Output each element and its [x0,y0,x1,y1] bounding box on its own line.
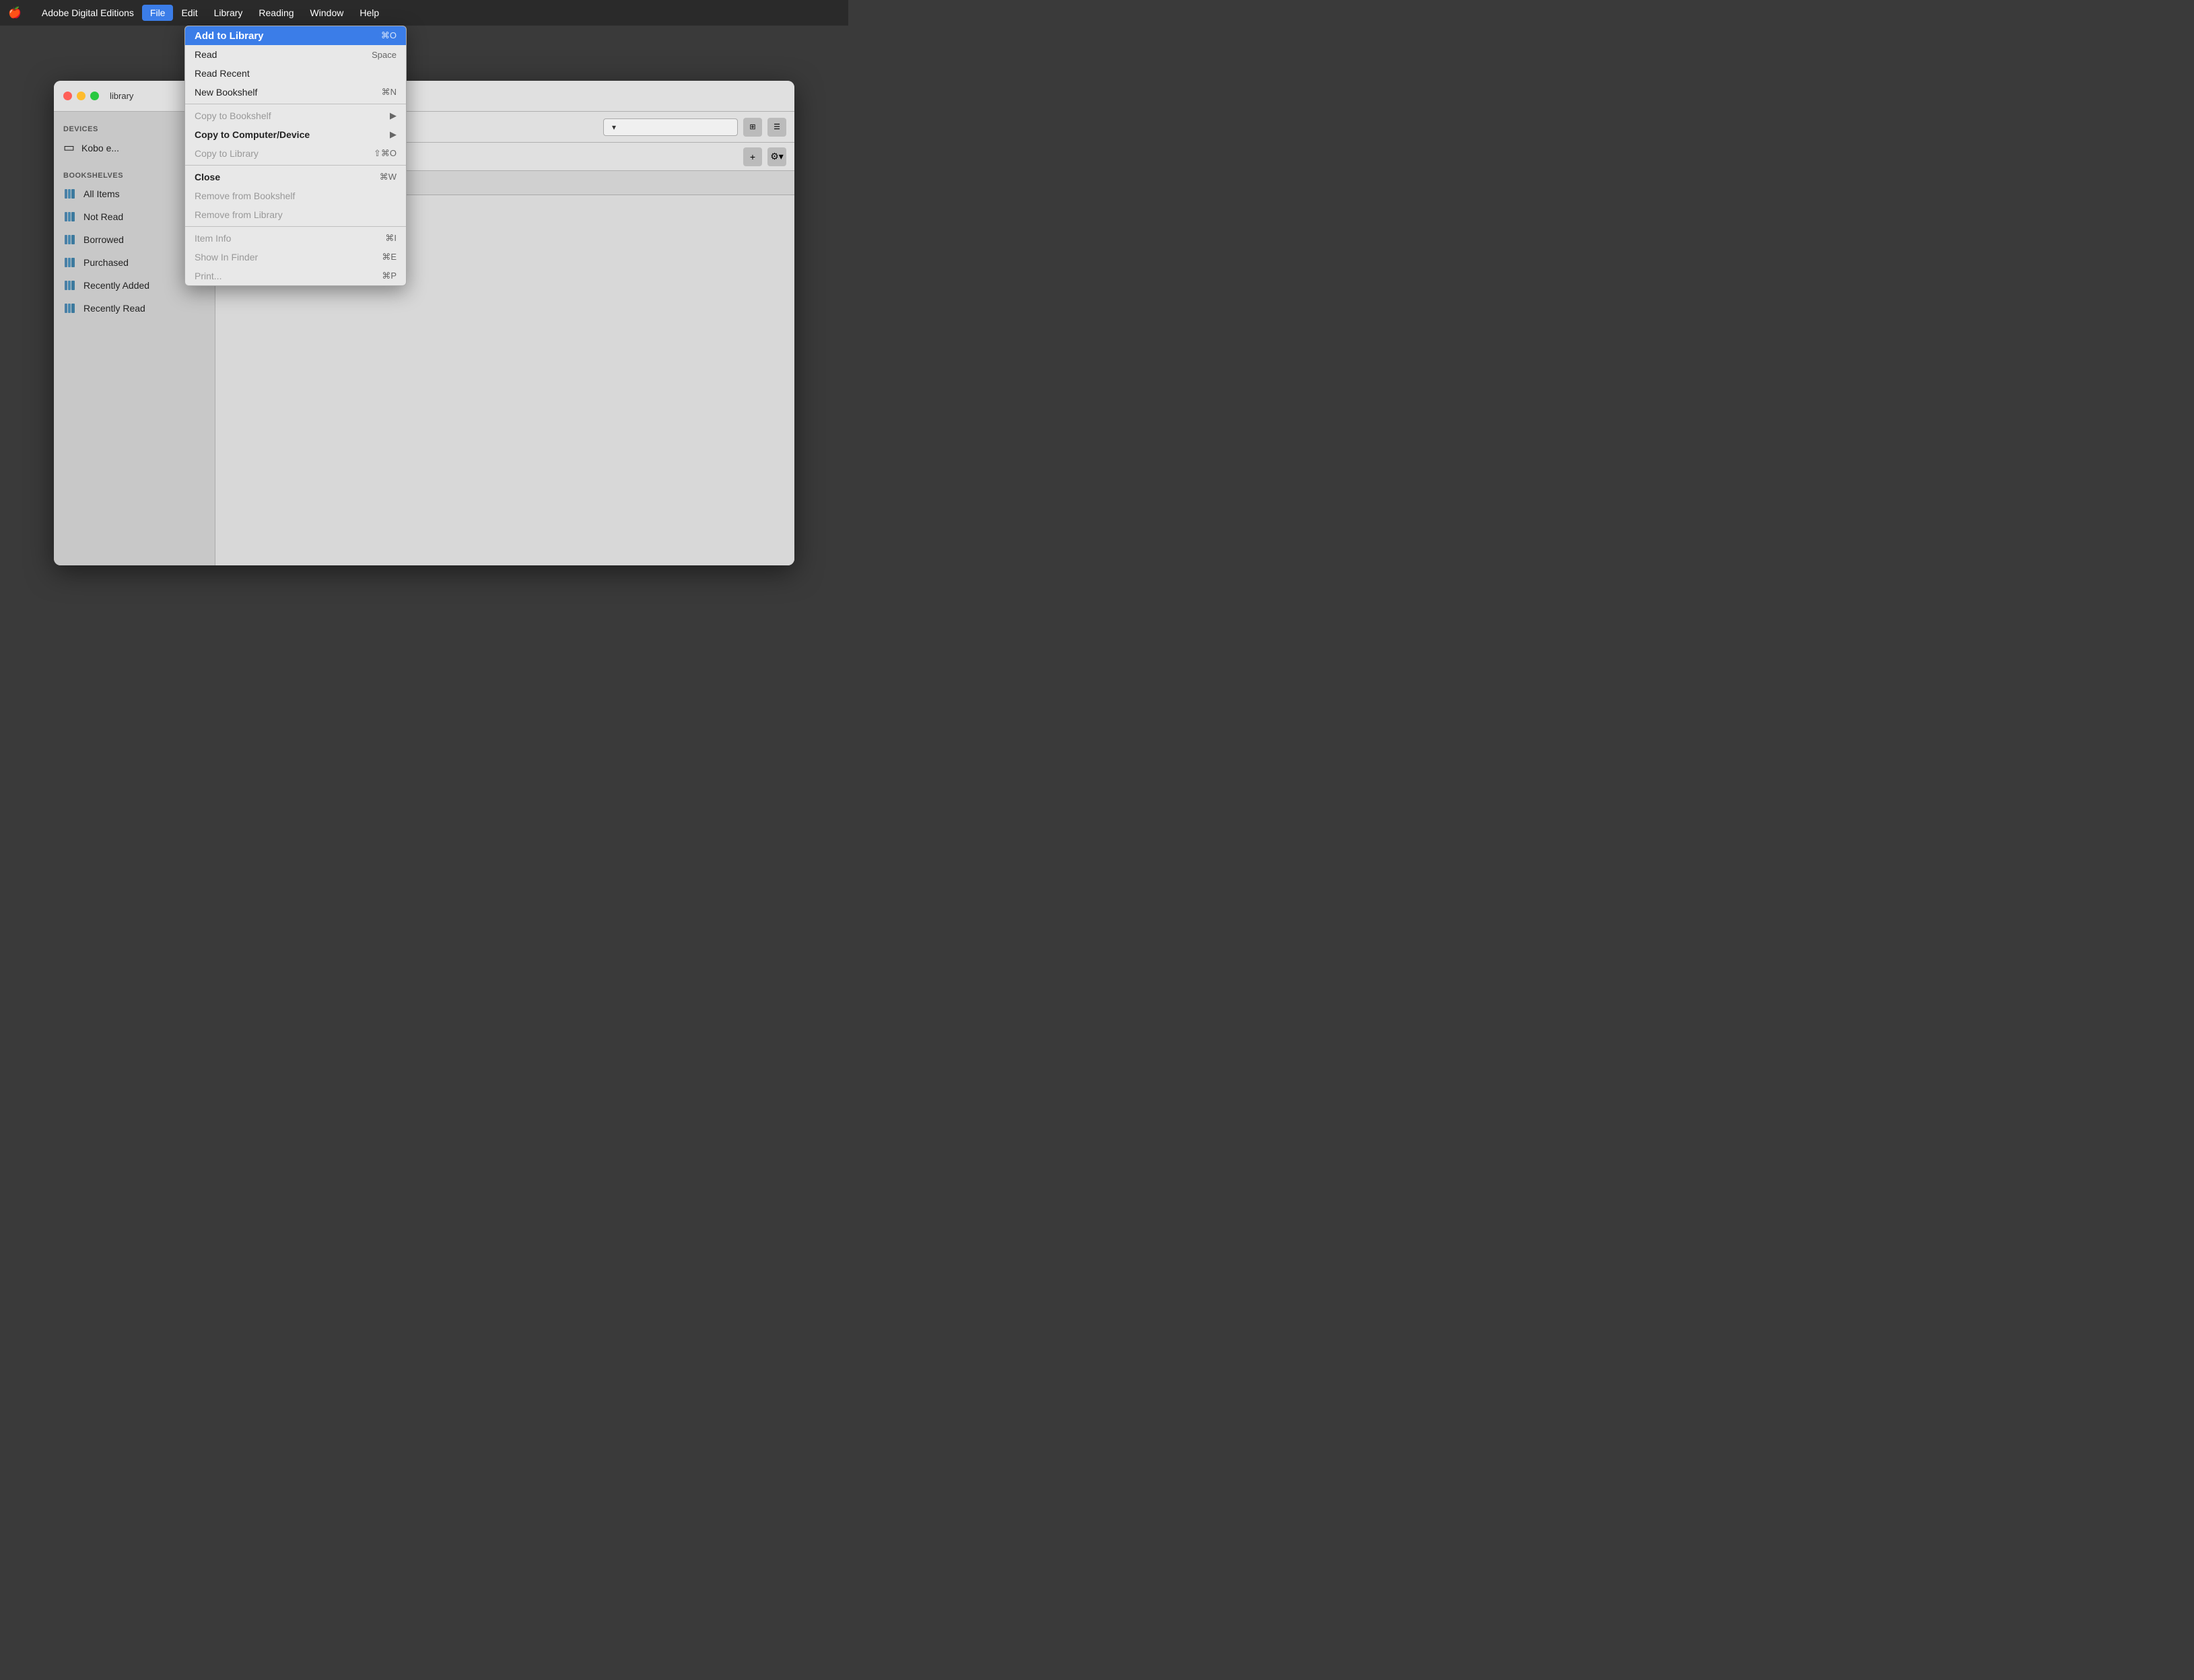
menubar-file[interactable]: File [142,5,174,21]
menu-item-label: Copy to Computer/Device [195,129,310,140]
sidebar-item-recently-read[interactable]: Recently Read [54,297,215,320]
menu-item-copy-to-computerdevice[interactable]: Copy to Computer/Device ▶ [185,125,406,144]
all-items-icon [63,187,77,201]
file-dropdown-menu: Add to Library ⌘O Read Space Read Recent New … [184,26,407,286]
settings-button[interactable]: ⚙▾ [767,147,786,166]
menubar: 🍎 Adobe Digital Editions File Edit Libra… [0,0,848,26]
menu-item-shortcut: ⌘E [382,252,397,262]
menu-item-label: Copy to Library [195,148,259,159]
window-titlebar: library [54,81,794,112]
menu-item-label: Add to Library [195,30,264,42]
menu-item-remove-from-bookshelf: Remove from Bookshelf [185,186,406,205]
menu-item-shortcut: Space [372,50,397,60]
grid-view-button[interactable]: ⊞ [743,118,762,137]
menu-item-shortcut: ⌘I [385,233,397,244]
purchased-label: Purchased [83,257,129,268]
menu-item-shortcut: ⌘W [380,172,397,182]
menu-item-read-recent[interactable]: Read Recent [185,64,406,83]
menu-item-new-bookshelf[interactable]: New Bookshelf ⌘N [185,83,406,102]
list-view-button[interactable]: ☰ [767,118,786,137]
purchased-icon [63,256,77,269]
menu-item-show-in-finder: Show In Finder ⌘E [185,248,406,267]
menu-item-label: Remove from Bookshelf [195,190,295,201]
menu-item-shortcut: ▶ [390,110,397,121]
menu-item-label: Close [195,172,220,182]
settings-gear-icon: ⚙▾ [770,151,784,162]
menu-item-shortcut: ⌘P [382,271,397,281]
apple-menu-icon[interactable]: 🍎 [8,6,22,20]
menu-item-label: Read [195,49,217,60]
menu-item-copy-to-library: Copy to Library ⇧⌘O [185,144,406,163]
menubar-app-name[interactable]: Adobe Digital Editions [34,5,142,21]
sort-dropdown[interactable]: ▾ [603,118,738,136]
menu-item-add-to-library[interactable]: Add to Library ⌘O [185,26,406,45]
menu-item-label: Show In Finder [195,252,258,262]
window-body: Devices ▭ Kobo e... Bookshelves All Item… [54,112,794,565]
list-view-icon: ☰ [774,123,780,131]
close-button[interactable] [63,92,72,100]
menu-item-shortcut: ⌘N [382,87,397,98]
menu-item-label: Item Info [195,233,231,244]
menu-item-item-info: Item Info ⌘I [185,229,406,248]
menu-item-label: Remove from Library [195,209,283,220]
window-title: library [110,91,133,101]
recently-read-label: Recently Read [83,303,145,314]
menu-item-label: Copy to Bookshelf [195,110,271,121]
menu-item-print: Print... ⌘P [185,267,406,285]
fullscreen-button[interactable] [90,92,99,100]
menu-item-label: New Bookshelf [195,87,257,98]
menu-item-shortcut: ⌘O [381,30,397,41]
add-button[interactable]: + [743,147,762,166]
menubar-library[interactable]: Library [206,5,251,21]
menu-item-shortcut: ⇧⌘O [374,148,397,159]
not-read-icon [63,210,77,223]
borrowed-label: Borrowed [83,234,124,245]
menubar-window[interactable]: Window [302,5,352,21]
grid-view-icon: ⊞ [749,123,755,131]
menu-item-close[interactable]: Close ⌘W [185,168,406,186]
recently-added-label: Recently Added [83,280,149,291]
minimize-button[interactable] [77,92,85,100]
menubar-edit[interactable]: Edit [173,5,205,21]
kobo-device-label: Kobo e... [81,143,119,153]
menu-item-label: Read Recent [195,68,250,79]
menubar-help[interactable]: Help [351,5,387,21]
borrowed-icon [63,233,77,246]
recently-added-icon [63,279,77,292]
recently-read-icon [63,302,77,315]
menu-item-copy-to-bookshelf: Copy to Bookshelf ▶ [185,106,406,125]
app-window: library Devices ▭ Kobo e... Bookshelves … [54,81,794,565]
menu-separator [185,165,406,166]
traffic-lights [63,92,99,100]
all-items-label: All Items [83,188,120,199]
menu-item-remove-from-library: Remove from Library [185,205,406,224]
menu-item-read[interactable]: Read Space [185,45,406,64]
add-icon: + [750,151,755,162]
menu-separator [185,226,406,227]
kobo-device-icon: ▭ [63,141,75,155]
not-read-label: Not Read [83,211,123,222]
menubar-reading[interactable]: Reading [250,5,302,21]
dropdown-chevron-icon: ▾ [612,123,616,132]
menu-item-shortcut: ▶ [390,129,397,140]
menu-item-label: Print... [195,271,221,281]
